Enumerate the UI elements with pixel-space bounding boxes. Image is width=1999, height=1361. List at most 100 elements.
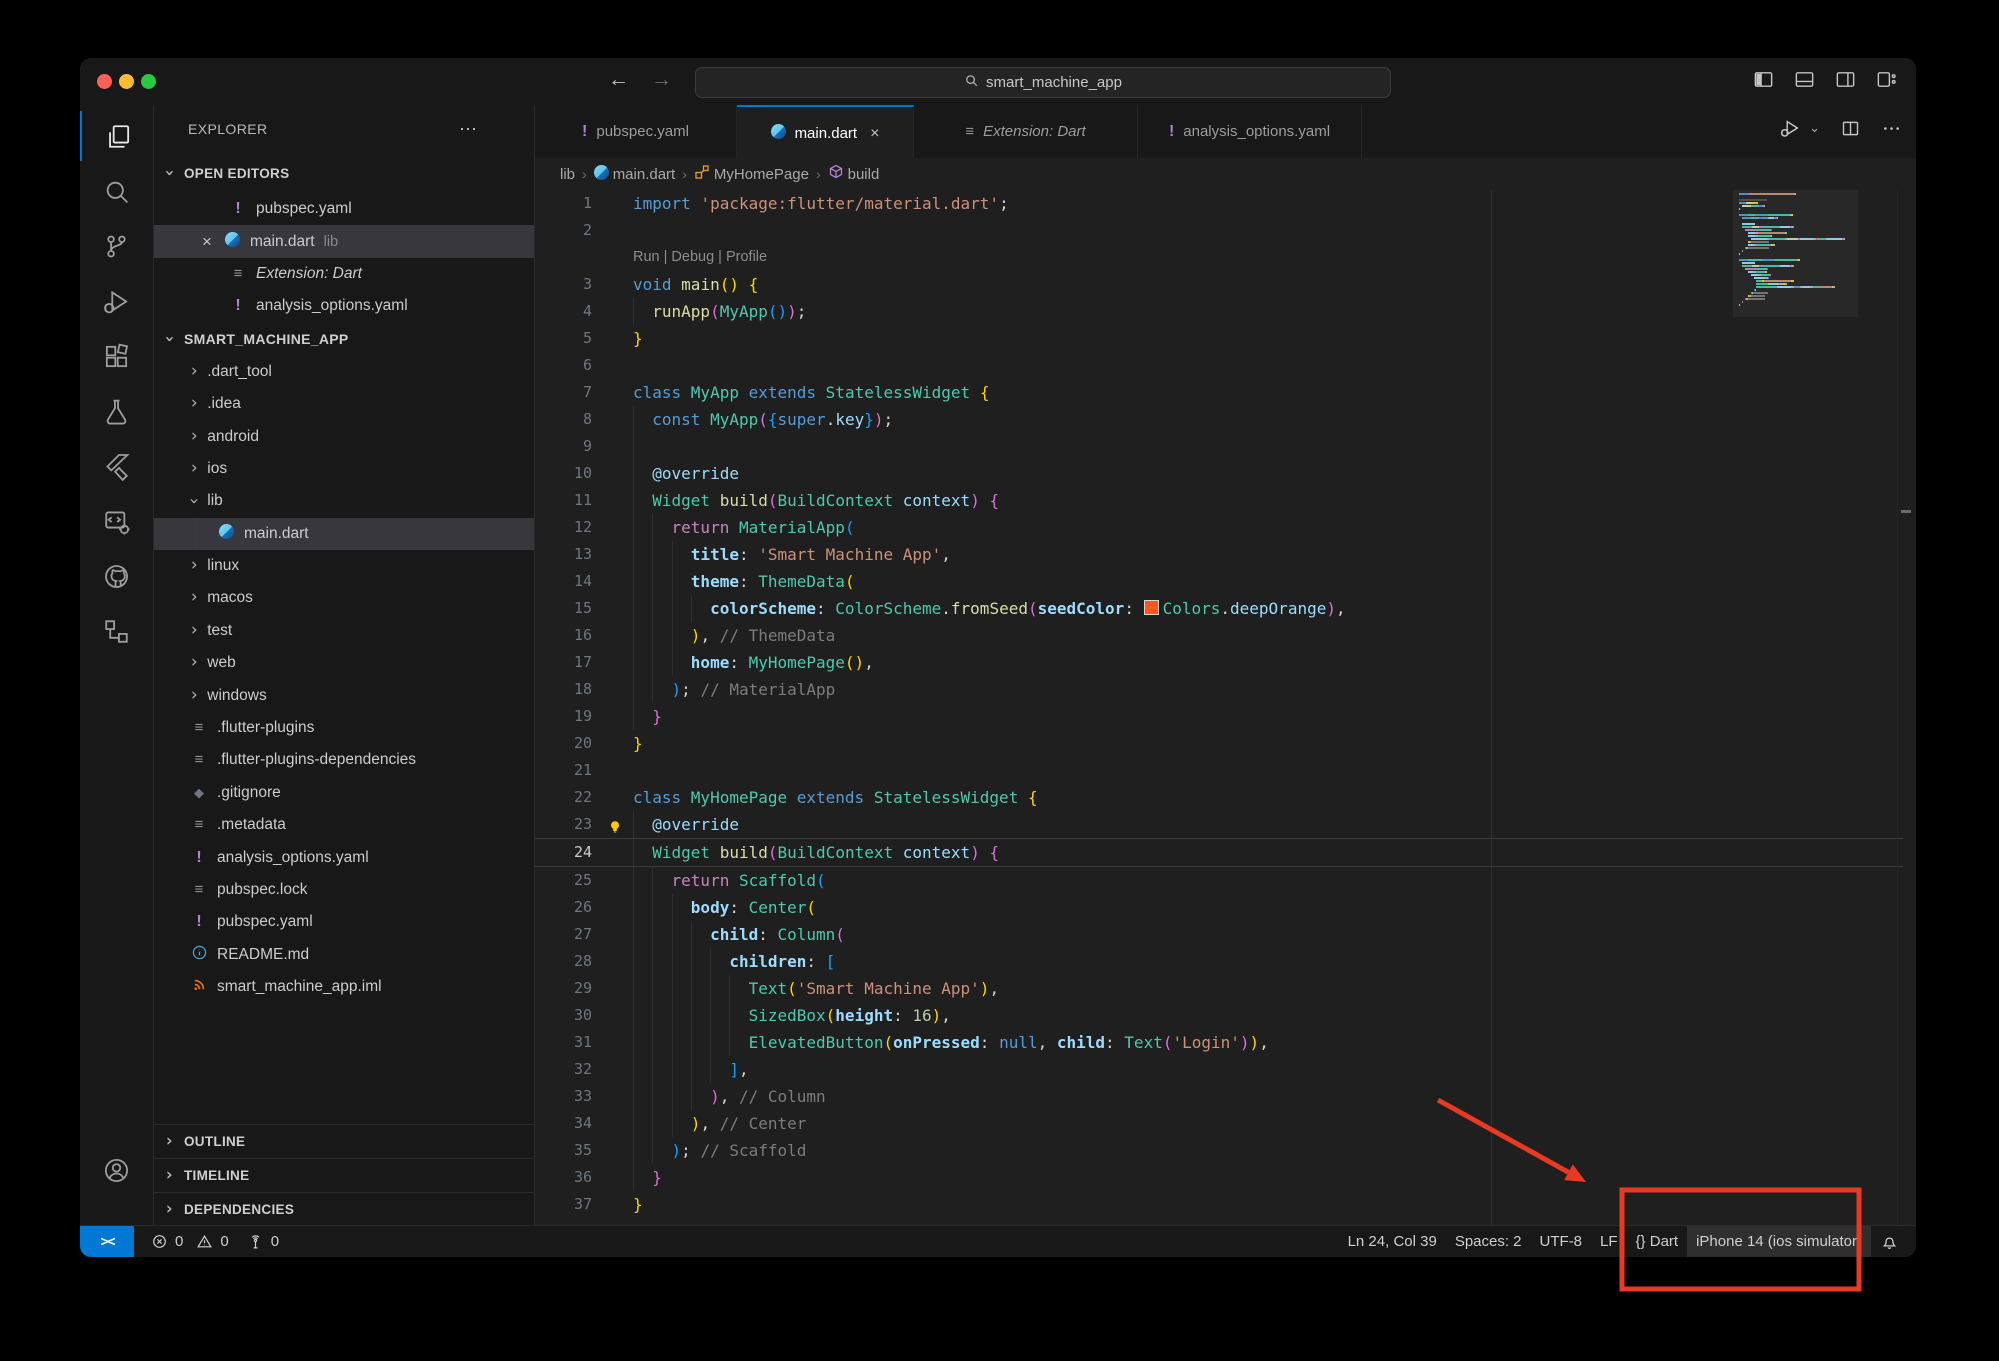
forward-arrow-button[interactable]: → [651,68,672,92]
activity-run-debug-icon[interactable] [80,276,152,326]
code-line-15[interactable]: 15 colorScheme: ColorScheme.fromSeed(see… [535,595,1916,622]
status-item-utf-8[interactable]: UTF-8 [1531,1226,1592,1257]
tree-folder-windows[interactable]: ›windows [154,679,534,711]
close-window-button[interactable] [97,74,112,89]
close-editor-icon[interactable]: × [198,232,216,252]
code-line-20[interactable]: 20} [535,730,1916,757]
notifications-bell-icon[interactable] [1871,1226,1908,1257]
code-line-32[interactable]: 32 ], [535,1056,1916,1083]
tree-file-README.md[interactable]: README.md [154,939,534,971]
code-line-22[interactable]: 22class MyHomePage extends StatelessWidg… [535,784,1916,811]
codelens-actions[interactable]: Run | Debug | Profile [535,244,1916,271]
tree-folder-.idea[interactable]: ›.idea [154,388,534,420]
open-editors-header[interactable]: › OPEN EDITORS [154,153,534,193]
close-tab-icon[interactable]: × [870,125,879,143]
code-line-1[interactable]: 1import 'package:flutter/material.dart'; [535,190,1916,217]
open-editor-item[interactable]: !pubspec.yaml [154,193,534,225]
status-item-spaces-2[interactable]: Spaces: 2 [1446,1226,1531,1257]
code-line-35[interactable]: 35 ); // Scaffold [535,1137,1916,1164]
more-actions-icon[interactable] [1881,118,1902,139]
tree-file-analysis_options.yaml[interactable]: !analysis_options.yaml [154,841,534,873]
code-line-34[interactable]: 34 ), // Center [535,1110,1916,1137]
tree-file-.gitignore[interactable]: ◆.gitignore [154,777,534,809]
run-and-debug-icon[interactable] [1779,117,1801,139]
code-line-18[interactable]: 18 ); // MaterialApp [535,676,1916,703]
code-line-8[interactable]: 8 const MyApp({super.key}); [535,406,1916,433]
tab-main.dart[interactable]: main.dart× [737,105,914,160]
activity-hierarchy-icon[interactable] [80,606,152,656]
chevron-down-icon[interactable]: ⌄ [1809,120,1820,136]
sidebar-section-outline[interactable]: ›OUTLINE [154,1124,534,1158]
tree-folder-test[interactable]: ›test [154,615,534,647]
open-editor-item[interactable]: ×main.dartlib [154,225,534,257]
tab-Extension: Dart[interactable]: ≡Extension: Dart [914,105,1138,158]
tree-file-.flutter-plugins[interactable]: ≡.flutter-plugins [154,712,534,744]
sidebar-section-timeline[interactable]: ›TIMELINE [154,1158,534,1192]
sidebar-section-dependencies[interactable]: ›DEPENDENCIES [154,1192,534,1226]
codelens-label[interactable]: Run | Debug | Profile [633,244,767,271]
tab-analysis_options.yaml[interactable]: !analysis_options.yaml [1138,105,1362,158]
tree-file-pubspec.yaml[interactable]: !pubspec.yaml [154,906,534,938]
tree-file-pubspec.lock[interactable]: ≡pubspec.lock [154,874,534,906]
breadcrumb-item[interactable]: MyHomePage [694,164,809,184]
layout-panel-icon[interactable] [1793,68,1816,91]
activity-devtools-icon[interactable] [80,496,152,546]
code-line-16[interactable]: 16 ), // ThemeData [535,622,1916,649]
remote-indicator[interactable]: >< [80,1226,134,1257]
code-line-2[interactable]: 2 [535,217,1916,244]
tree-folder-android[interactable]: ›android [154,420,534,452]
status-item--dart[interactable]: {} Dart [1627,1226,1688,1257]
activity-source-control-icon[interactable] [80,221,152,271]
code-line-17[interactable]: 17 home: MyHomePage(), [535,649,1916,676]
color-swatch[interactable] [1144,600,1159,615]
breadcrumb-item[interactable]: build [828,164,880,184]
problems-indicator[interactable]: 0 0 [142,1226,238,1257]
code-line-9[interactable]: 9 [535,433,1916,460]
activity-github-icon[interactable] [80,551,152,601]
sidebar-more-actions[interactable]: ⋯ [459,119,479,140]
tree-file-smart_machine_app.iml[interactable]: smart_machine_app.iml [154,971,534,1003]
project-root-header[interactable]: › SMART_MACHINE_APP [154,323,534,356]
back-arrow-button[interactable]: ← [608,68,629,92]
code-line-14[interactable]: 14 theme: ThemeData( [535,568,1916,595]
minimap[interactable] [1739,193,1851,310]
tree-folder-macos[interactable]: ›macos [154,582,534,614]
activity-explorer-icon[interactable] [80,111,154,161]
code-line-21[interactable]: 21 [535,757,1916,784]
code-line-25[interactable]: 25 return Scaffold( [535,867,1916,894]
zoom-window-button[interactable] [141,74,156,89]
tree-folder-lib[interactable]: ›lib [154,485,534,517]
code-line-6[interactable]: 6 [535,352,1916,379]
code-line-33[interactable]: 33 ), // Column [535,1083,1916,1110]
tree-folder-web[interactable]: ›web [154,647,534,679]
tree-folder-ios[interactable]: ›ios [154,453,534,485]
code-line-23[interactable]: 23 @override [535,811,1916,838]
code-line-37[interactable]: 37} [535,1191,1916,1218]
layout-sidebar-left-icon[interactable] [1752,68,1775,91]
tab-pubspec.yaml[interactable]: !pubspec.yaml [535,105,737,158]
split-editor-icon[interactable] [1840,118,1861,139]
activity-flutter-icon[interactable] [80,441,152,491]
status-item-iphone-14-ios-simulator-[interactable]: iPhone 14 (ios simulator) [1687,1226,1871,1257]
ports-indicator[interactable]: 0 [238,1226,288,1257]
code-line-31[interactable]: 31 ElevatedButton(onPressed: null, child… [535,1029,1916,1056]
command-center-search[interactable]: smart_machine_app [695,67,1391,98]
activity-testing-icon[interactable] [80,386,152,436]
status-item-lf[interactable]: LF [1591,1226,1627,1257]
code-line-5[interactable]: 5} [535,325,1916,352]
activity-account-icon[interactable] [80,1145,152,1195]
code-line-26[interactable]: 26 body: Center( [535,894,1916,921]
code-line-12[interactable]: 12 return MaterialApp( [535,514,1916,541]
tree-file-.flutter-plugins-dependencies[interactable]: ≡.flutter-plugins-dependencies [154,744,534,776]
minimize-window-button[interactable] [119,74,134,89]
code-line-36[interactable]: 36 } [535,1164,1916,1191]
tree-folder-.dart_tool[interactable]: ›.dart_tool [154,356,534,388]
code-line-24[interactable]: 24 Widget build(BuildContext context) { [535,838,1903,867]
activity-search-icon[interactable] [80,166,152,216]
code-line-4[interactable]: 4 runApp(MyApp()); [535,298,1916,325]
layout-customize-icon[interactable] [1875,68,1898,91]
code-line-30[interactable]: 30 SizedBox(height: 16), [535,1002,1916,1029]
breadcrumb-item[interactable]: lib [560,166,575,183]
code-line-7[interactable]: 7class MyApp extends StatelessWidget { [535,379,1916,406]
activity-extensions-icon[interactable] [80,331,152,381]
